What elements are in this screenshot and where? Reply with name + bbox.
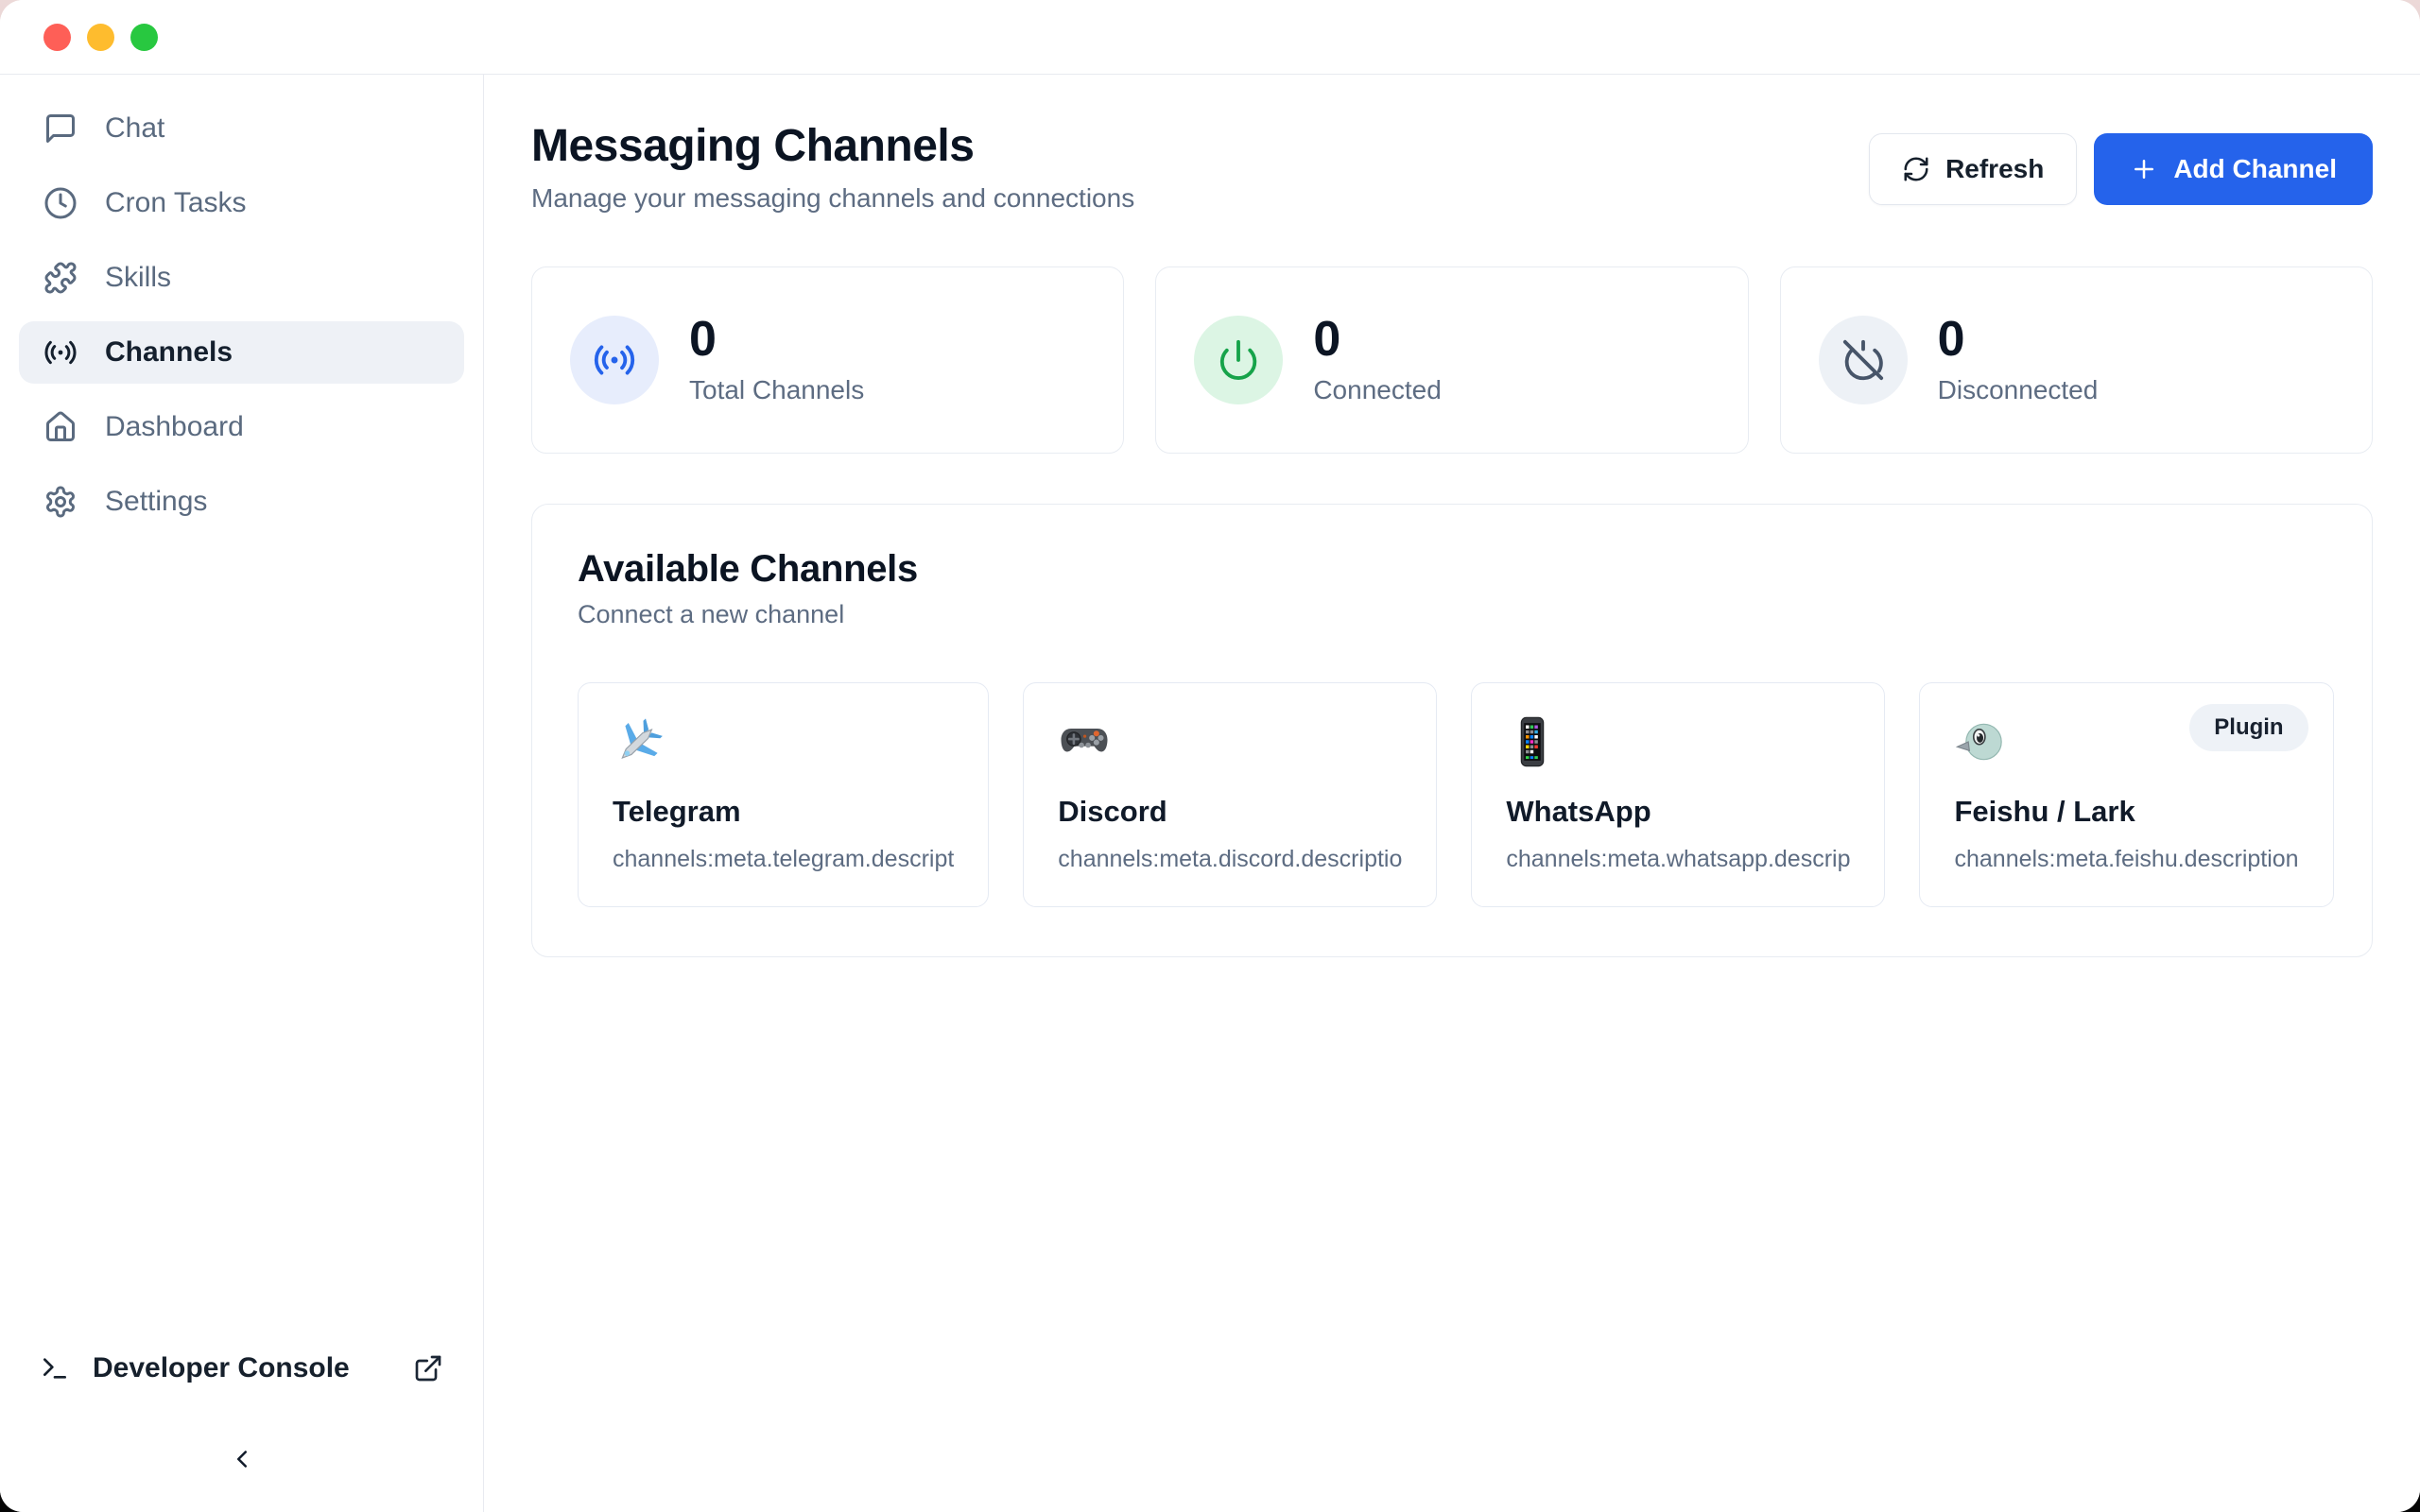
sidebar-item-label: Skills [105,262,171,294]
stats-row: 0 Total Channels 0 Connected [531,266,2373,454]
channel-description: channels:meta.discord.descriptio [1058,846,1402,873]
game-controller-emoji [1058,715,1111,768]
channel-card-telegram[interactable]: Telegram channels:meta.telegram.descript [578,682,989,907]
connected-label: Connected [1313,375,1441,405]
plugin-badge: Plugin [2189,704,2308,751]
developer-console-link[interactable]: Developer Console [19,1338,464,1399]
collapse-sidebar-button[interactable] [216,1433,268,1486]
radio-icon [593,338,636,382]
mobile-phone-emoji [1506,715,1559,768]
available-channels-title: Available Channels [578,548,2326,591]
sidebar-item-chat[interactable]: Chat [19,97,464,160]
developer-console-label: Developer Console [93,1352,350,1384]
available-channels-panel: Available Channels Connect a new channel [531,504,2373,957]
minimize-button[interactable] [87,24,114,51]
sidebar-item-label: Settings [105,486,207,518]
sidebar-item-label: Cron Tasks [105,187,247,219]
sidebar-item-channels[interactable]: Channels [19,321,464,384]
close-button[interactable] [43,24,71,51]
sidebar-item-cron-tasks[interactable]: Cron Tasks [19,172,464,234]
plus-icon [2130,155,2158,183]
refresh-button[interactable]: Refresh [1869,133,2077,205]
channel-name: WhatsApp [1506,795,1850,829]
stat-card-connected: 0 Connected [1155,266,1748,454]
main-content: Messaging Channels Manage your messaging… [484,75,2420,1512]
connected-value: 0 [1313,315,1441,364]
home-icon [43,410,78,444]
puzzle-icon [43,261,78,295]
available-channels-subtitle: Connect a new channel [578,600,2326,629]
clock-icon [43,186,78,220]
total-channels-value: 0 [689,315,864,364]
chevron-left-icon [228,1445,256,1473]
airplane-emoji [613,715,666,768]
sidebar-item-settings[interactable]: Settings [19,471,464,533]
sidebar-item-label: Chat [105,112,164,145]
channel-name: Feishu / Lark [1954,795,2298,829]
bird-emoji [1954,715,2007,768]
page-header: Messaging Channels Manage your messaging… [531,122,2373,214]
zoom-button[interactable] [130,24,158,51]
channel-description: channels:meta.feishu.description [1954,846,2298,873]
channel-card-feishu[interactable]: Plugin Feishu / Lark channels:meta.feish… [1919,682,2333,907]
disconnected-value: 0 [1938,315,2099,364]
radio-icon [43,335,78,369]
gear-icon [43,485,78,519]
titlebar [0,0,2420,75]
add-channel-button[interactable]: Add Channel [2094,133,2373,205]
page-title: Messaging Channels [531,122,1134,172]
stat-card-disconnected: 0 Disconnected [1780,266,2373,454]
stat-card-total-channels: 0 Total Channels [531,266,1124,454]
channel-card-whatsapp[interactable]: WhatsApp channels:meta.whatsapp.descrip [1471,682,1885,907]
app-window: Chat Cron Tasks Skills Channels Dashboar… [0,0,2420,1512]
refresh-icon [1902,155,1930,183]
sidebar-item-dashboard[interactable]: Dashboard [19,396,464,458]
terminal-icon [40,1353,70,1383]
chat-icon [43,112,78,146]
sidebar-item-label: Dashboard [105,411,244,443]
channel-description: channels:meta.telegram.descript [613,846,954,873]
page-subtitle: Manage your messaging channels and conne… [531,183,1134,214]
channel-name: Telegram [613,795,954,829]
total-channels-label: Total Channels [689,375,864,405]
channel-grid: Telegram channels:meta.telegram.descript [578,682,2326,907]
power-off-icon [1841,338,1885,382]
sidebar-item-skills[interactable]: Skills [19,247,464,309]
external-link-icon[interactable] [413,1353,443,1383]
channel-description: channels:meta.whatsapp.descrip [1506,846,1850,873]
channel-card-discord[interactable]: Discord channels:meta.discord.descriptio [1023,682,1437,907]
disconnected-label: Disconnected [1938,375,2099,405]
sidebar: Chat Cron Tasks Skills Channels Dashboar… [0,75,484,1512]
channel-name: Discord [1058,795,1402,829]
power-icon [1217,338,1260,382]
sidebar-item-label: Channels [105,336,233,369]
